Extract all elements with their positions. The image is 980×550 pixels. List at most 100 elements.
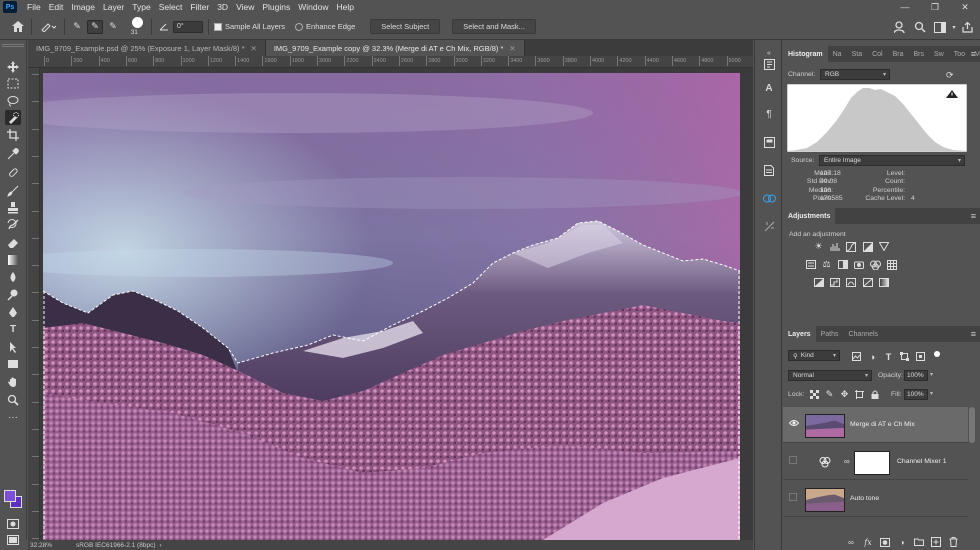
channels-mixer-icon[interactable] — [761, 190, 777, 206]
add-to-selection-brush-icon[interactable]: ✎ — [87, 19, 103, 34]
tab-swatches[interactable]: Sw — [929, 46, 949, 62]
new-adjustment-layer-icon[interactable]: ◑ — [897, 537, 907, 547]
close-icon[interactable]: ✕ — [251, 44, 257, 53]
fx-icon[interactable]: fx — [863, 537, 873, 547]
panel-menu-icon[interactable]: ≡ — [971, 49, 976, 59]
quick-mask-icon[interactable] — [5, 516, 21, 531]
visibility-toggle[interactable] — [789, 456, 799, 466]
menu-plugins[interactable]: Plugins — [258, 2, 294, 12]
tab-styles[interactable]: Sta — [847, 46, 868, 62]
fill-field[interactable]: 100% — [904, 389, 928, 400]
eye-icon[interactable] — [788, 419, 800, 429]
eraser-tool-icon[interactable] — [5, 235, 21, 250]
source-dropdown[interactable]: Entire Image ▾ — [819, 155, 965, 166]
maximize-button[interactable]: ❐ — [920, 0, 950, 14]
path-selection-tool-icon[interactable] — [5, 339, 21, 354]
minimize-button[interactable]: — — [890, 0, 920, 14]
menu-view[interactable]: View — [232, 2, 258, 12]
new-group-icon[interactable] — [914, 537, 924, 547]
menu-window[interactable]: Window — [294, 2, 332, 12]
zoom-level[interactable]: 32.28% — [30, 542, 76, 549]
move-tool-icon[interactable] — [5, 59, 21, 74]
filter-smart-object-icon[interactable] — [915, 351, 926, 362]
menu-type[interactable]: Type — [128, 2, 154, 12]
paragraph-panel-icon[interactable]: ¶ — [761, 106, 777, 122]
layer-mask-thumbnail[interactable] — [854, 451, 890, 475]
filter-toggle-icon[interactable] — [934, 351, 940, 357]
opacity-field[interactable]: 100% — [904, 370, 928, 381]
dodge-tool-icon[interactable] — [5, 287, 21, 302]
menu-layer[interactable]: Layer — [99, 2, 128, 12]
zoom-tool-icon[interactable] — [5, 392, 21, 407]
close-icon[interactable]: ✕ — [509, 44, 515, 53]
marquee-tool-icon[interactable] — [5, 76, 21, 91]
lock-pixels-icon[interactable]: ✎ — [824, 389, 835, 400]
lock-transparent-icon[interactable] — [809, 389, 820, 400]
panel-menu-icon[interactable]: ≡ — [971, 211, 976, 221]
color-lookup-icon[interactable] — [886, 259, 897, 270]
link-icon[interactable]: ∞ — [844, 457, 852, 467]
curves-icon[interactable] — [845, 241, 856, 252]
color-balance-icon[interactable]: ⚖ — [821, 259, 832, 270]
more-tools-icon[interactable]: ··· — [5, 410, 21, 425]
panel-menu-icon[interactable]: ≡ — [971, 329, 976, 339]
angle-field[interactable]: 0° — [173, 20, 203, 33]
menu-image[interactable]: Image — [67, 2, 99, 12]
menu-select[interactable]: Select — [155, 2, 187, 12]
tab-channels[interactable]: Channels — [843, 326, 883, 342]
tab-layers[interactable]: Layers — [783, 326, 816, 342]
brush-tool-icon[interactable] — [5, 183, 21, 198]
filter-pixel-icon[interactable] — [851, 351, 862, 362]
type-tool-icon[interactable]: T — [5, 322, 21, 337]
chevron-down-icon[interactable]: ▾ — [947, 20, 961, 34]
new-selection-brush-icon[interactable]: ✎ — [70, 20, 84, 34]
chevron-down-icon[interactable]: ▾ — [930, 371, 933, 378]
color-profile[interactable]: sRGB IEC61966-2.1 (8bpc) — [76, 542, 155, 549]
layer-row[interactable]: Auto tone — [783, 481, 968, 517]
channel-mixer-icon[interactable] — [870, 259, 881, 270]
add-mask-icon[interactable] — [880, 537, 890, 547]
pen-tool-icon[interactable] — [5, 304, 21, 319]
lock-all-icon[interactable] — [869, 389, 880, 400]
layer-row[interactable]: Merge di AT e Ch Mix — [783, 407, 968, 443]
tab-brushes[interactable]: Brs — [909, 46, 930, 62]
invert-icon[interactable] — [813, 277, 824, 288]
link-layers-icon[interactable]: ∞ — [846, 537, 856, 547]
layer-row[interactable]: ∞ Channel Mixer 1 — [783, 444, 968, 480]
lock-position-icon[interactable]: ✥ — [839, 389, 850, 400]
new-layer-icon[interactable] — [931, 537, 941, 547]
delete-layer-icon[interactable] — [948, 537, 958, 547]
selective-color-icon[interactable] — [862, 277, 873, 288]
menu-filter[interactable]: Filter — [186, 2, 213, 12]
lock-artboard-icon[interactable] — [854, 389, 865, 400]
properties-panel-icon[interactable] — [761, 218, 777, 234]
toolbar-grip[interactable] — [2, 44, 24, 47]
hand-tool-icon[interactable] — [5, 374, 21, 389]
tool-preset-picker[interactable] — [37, 20, 59, 34]
notes-icon[interactable] — [761, 162, 777, 178]
filter-adjustment-icon[interactable]: ◑ — [867, 351, 878, 362]
layer-filter-dropdown[interactable]: ⚲ Kind ▾ — [788, 350, 840, 361]
history-brush-tool-icon[interactable] — [5, 217, 21, 232]
blend-mode-dropdown[interactable]: Normal ▾ — [788, 370, 872, 381]
search-people-icon[interactable] — [893, 20, 907, 34]
refresh-icon[interactable]: ⟳ — [946, 70, 954, 81]
visibility-toggle[interactable] — [789, 493, 799, 503]
lasso-tool-icon[interactable] — [5, 93, 21, 108]
subtract-selection-brush-icon[interactable]: ✎ — [106, 20, 120, 34]
healing-brush-tool-icon[interactable] — [5, 165, 21, 180]
chevron-down-icon[interactable]: ▾ — [930, 390, 933, 397]
search-icon[interactable] — [913, 20, 927, 34]
photoshop-logo[interactable]: Ps — [3, 1, 17, 13]
close-window-button[interactable]: ✕ — [950, 0, 980, 14]
gradient-map-icon[interactable] — [878, 277, 889, 288]
menu-3d[interactable]: 3D — [213, 2, 232, 12]
eyedropper-tool-icon[interactable] — [5, 146, 21, 161]
tab-brush-settings[interactable]: Bra — [888, 46, 909, 62]
exposure-icon[interactable] — [862, 241, 873, 252]
tab-navigator[interactable]: Na — [828, 46, 847, 62]
status-expand-icon[interactable]: › — [159, 542, 161, 549]
sample-all-layers-checkbox[interactable]: Sample All Layers — [214, 22, 285, 31]
menu-file[interactable]: File — [23, 2, 45, 12]
tab-histogram[interactable]: Histogram — [783, 46, 828, 62]
